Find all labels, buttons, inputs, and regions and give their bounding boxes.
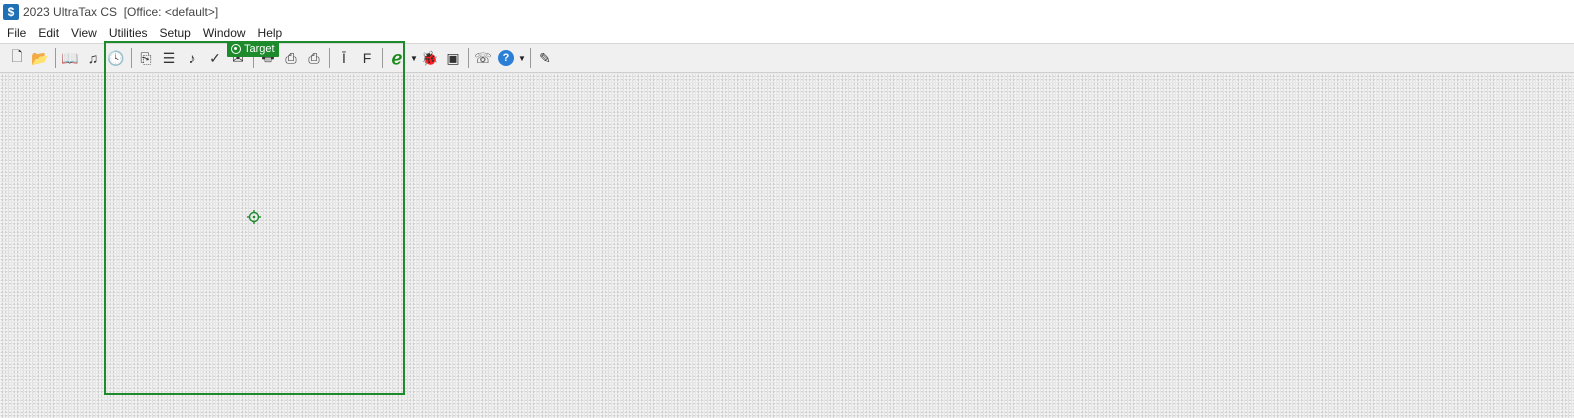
toolbar-separator bbox=[382, 48, 383, 68]
check-icon[interactable]: ✓ bbox=[204, 47, 226, 69]
window-title: 2023 UltraTax CS [Office: <default>] bbox=[23, 4, 219, 19]
target-icon bbox=[231, 44, 241, 54]
print-preview-icon[interactable]: ⎙ bbox=[280, 47, 302, 69]
toolbar-separator bbox=[329, 48, 330, 68]
open-folder-icon[interactable]: 📂 bbox=[29, 47, 51, 69]
title-bar: $ 2023 UltraTax CS [Office: <default>] bbox=[0, 0, 1574, 23]
toolbar-separator bbox=[530, 48, 531, 68]
print-batch-icon[interactable]: ⎙ bbox=[303, 47, 325, 69]
target-tag: Target bbox=[227, 41, 279, 57]
toolbar-separator bbox=[55, 48, 56, 68]
workspace-background bbox=[0, 74, 1574, 418]
new-icon[interactable]: 🗋 bbox=[6, 47, 28, 69]
menu-setup[interactable]: Setup bbox=[154, 23, 197, 43]
music-note-icon[interactable]: ♫ bbox=[82, 47, 104, 69]
book-icon[interactable]: 📖 bbox=[59, 47, 81, 69]
efile-dropdown-arrow-icon[interactable]: ▼ bbox=[409, 47, 419, 69]
crosshair-icon bbox=[247, 210, 261, 224]
help-icon[interactable]: ? bbox=[498, 50, 514, 66]
list-icon[interactable]: ☰ bbox=[158, 47, 180, 69]
format-icon[interactable]: F bbox=[356, 47, 378, 69]
efile-icon[interactable]: ℯ bbox=[386, 47, 408, 69]
bug-icon[interactable]: 🐞 bbox=[419, 47, 441, 69]
note-icon[interactable]: ♪ bbox=[181, 47, 203, 69]
image-icon[interactable]: ▣ bbox=[442, 47, 464, 69]
menu-view[interactable]: View bbox=[65, 23, 103, 43]
app-icon[interactable]: $ bbox=[3, 3, 19, 20]
menu-utilities[interactable]: Utilities bbox=[103, 23, 154, 43]
text-indent-icon[interactable]: Ī bbox=[333, 47, 355, 69]
toolbar-separator bbox=[468, 48, 469, 68]
whats-this-icon[interactable]: ✎ bbox=[534, 47, 556, 69]
support-icon[interactable]: ☏ bbox=[472, 47, 494, 69]
copy-icon[interactable]: ⎘ bbox=[135, 47, 157, 69]
target-label: Target bbox=[244, 43, 275, 55]
menu-window[interactable]: Window bbox=[197, 23, 252, 43]
toolbar-separator bbox=[131, 48, 132, 68]
clock-icon[interactable]: 🕓 bbox=[105, 47, 127, 69]
menu-help[interactable]: Help bbox=[252, 23, 289, 43]
menu-edit[interactable]: Edit bbox=[32, 23, 65, 43]
help-dropdown-arrow-icon[interactable]: ▼ bbox=[517, 47, 527, 69]
menu-file[interactable]: File bbox=[0, 23, 32, 43]
